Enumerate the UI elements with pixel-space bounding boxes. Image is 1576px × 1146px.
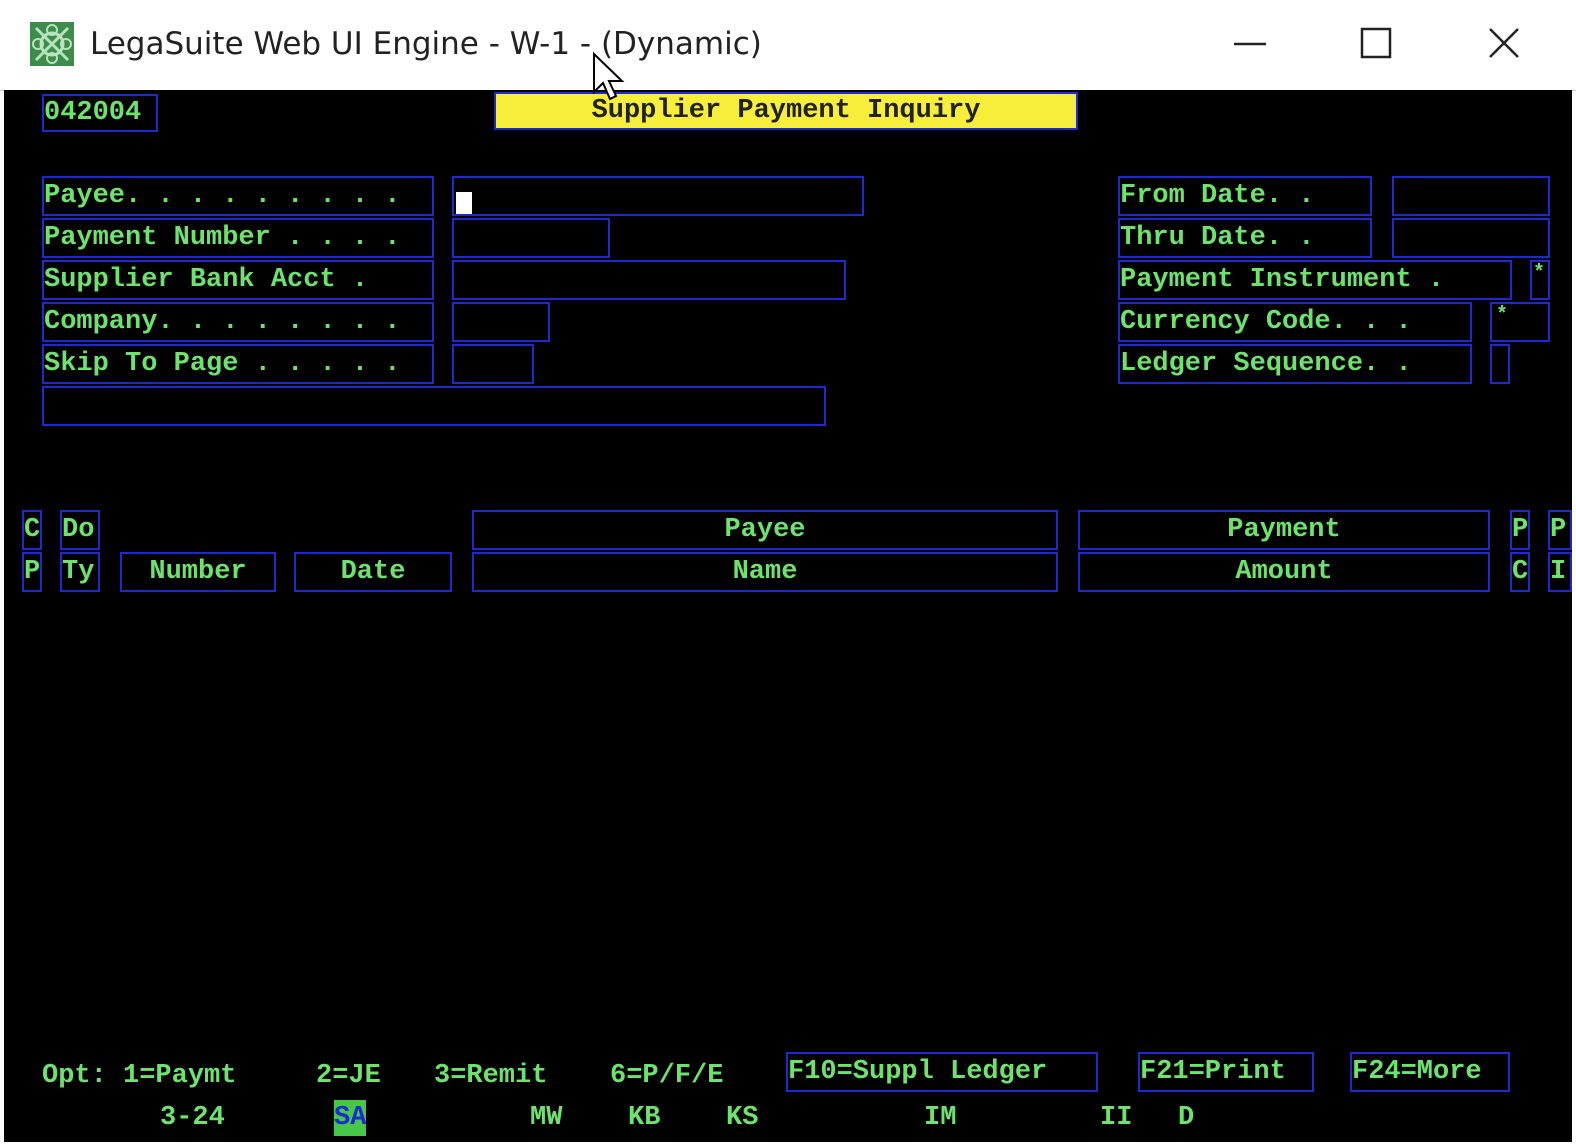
payee-input[interactable] [452, 176, 864, 216]
skip-to-page-input[interactable] [452, 344, 534, 384]
terminal-screen: 042004 Supplier Payment Inquiry Payee. .… [4, 90, 1572, 1142]
maximize-icon[interactable] [1350, 20, 1402, 68]
payment-number-input[interactable] [452, 218, 610, 258]
col-c-top: C [22, 510, 42, 550]
f21-print-button[interactable]: F21=Print [1138, 1052, 1314, 1092]
option-6-pfe: 6=P/F/E [610, 1061, 724, 1091]
currency-code-input[interactable]: * [1490, 302, 1550, 342]
message-line [42, 386, 826, 426]
thru-date-input[interactable] [1392, 218, 1550, 258]
status-ii: II [1100, 1103, 1133, 1133]
ledger-sequence-label: Ledger Sequence. . [1118, 344, 1472, 384]
from-date-label: From Date. . [1118, 176, 1372, 216]
col-payment-top: Payment [1078, 510, 1490, 550]
col-date: Date [294, 552, 452, 592]
screen-title: Supplier Payment Inquiry [494, 92, 1078, 130]
legasuite-app-icon [30, 22, 74, 66]
window-title: LegaSuite Web UI Engine - W-1 - (Dynamic… [90, 26, 762, 62]
col-payee-bottom: Name [472, 552, 1058, 592]
option-2-je: 2=JE [316, 1061, 381, 1091]
thru-date-label: Thru Date. . [1118, 218, 1372, 258]
currency-code-label: Currency Code. . . [1118, 302, 1472, 342]
status-im: IM [924, 1103, 957, 1133]
status-mw: MW [530, 1103, 563, 1133]
option-3-remit: 3=Remit [434, 1061, 548, 1091]
mouse-pointer-icon [592, 51, 626, 107]
col-pi-top: P [1548, 510, 1572, 550]
status-kb: KB [628, 1103, 661, 1133]
status-sa: SA [334, 1100, 367, 1136]
col-pi-bottom: I [1548, 552, 1572, 592]
f24-more-button[interactable]: F24=More [1350, 1052, 1510, 1092]
col-pc-top: P [1510, 510, 1530, 550]
payee-label: Payee. . . . . . . . . [42, 176, 434, 216]
supplier-bank-acct-label: Supplier Bank Acct . [42, 260, 434, 300]
payment-instrument-label: Payment Instrument . [1118, 260, 1512, 300]
status-d: D [1178, 1103, 1195, 1133]
col-number: Number [120, 552, 276, 592]
option-1-paymt: Opt: 1=Paymt [42, 1061, 237, 1091]
text-cursor [456, 192, 472, 214]
program-id: 042004 [42, 94, 158, 132]
close-icon[interactable] [1478, 20, 1530, 68]
col-c-bottom: P [22, 552, 42, 592]
skip-to-page-label: Skip To Page . . . . . [42, 344, 434, 384]
col-payment-bottom: Amount [1078, 552, 1490, 592]
f10-suppl-ledger-button[interactable]: F10=Suppl Ledger [786, 1052, 1098, 1092]
col-doc-top: Do [60, 510, 100, 550]
payment-instrument-input[interactable]: * [1530, 260, 1550, 300]
minimize-icon[interactable] [1224, 20, 1276, 68]
supplier-bank-acct-input[interactable] [452, 260, 846, 300]
status-ks: KS [726, 1103, 759, 1133]
col-doc-bottom: Ty [60, 552, 100, 592]
col-pc-bottom: C [1510, 552, 1530, 592]
window-titlebar: LegaSuite Web UI Engine - W-1 - (Dynamic… [0, 0, 1576, 91]
from-date-input[interactable] [1392, 176, 1550, 216]
company-label: Company. . . . . . . . [42, 302, 434, 342]
company-input[interactable] [452, 302, 550, 342]
col-payee-top: Payee [472, 510, 1058, 550]
payment-number-label: Payment Number . . . . [42, 218, 434, 258]
ledger-sequence-input[interactable] [1490, 344, 1510, 384]
status-page: 3-24 [160, 1103, 225, 1133]
